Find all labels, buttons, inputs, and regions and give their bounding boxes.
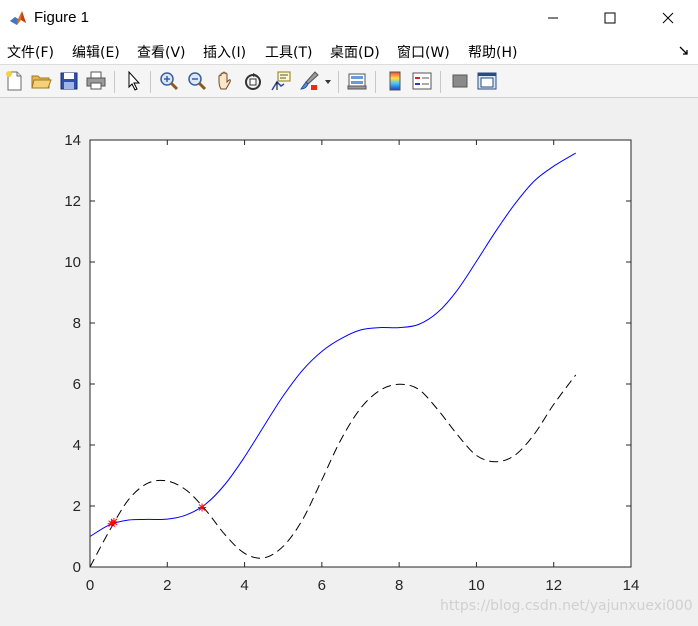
edit-plot-arrow-icon[interactable] bbox=[123, 70, 145, 92]
open-file-icon[interactable] bbox=[30, 70, 52, 92]
menu-window[interactable]: 窗口(W) bbox=[397, 42, 450, 62]
brush-dropdown-icon[interactable] bbox=[324, 79, 332, 85]
figure-canvas: 0 2 4 6 8 10 12 14 0 2 4 6 8 10 12 14 bbox=[0, 98, 698, 626]
rotate-3d-icon[interactable] bbox=[242, 70, 264, 92]
intersection-marker bbox=[109, 517, 118, 526]
menu-edit[interactable]: 编辑(E) bbox=[72, 42, 120, 62]
legend-icon[interactable] bbox=[411, 70, 433, 92]
link-plot-icon[interactable] bbox=[346, 70, 368, 92]
menu-bar: 文件(F) 编辑(E) 查看(V) 插入(I) 工具(T) 桌面(D) 窗口(W… bbox=[0, 36, 698, 64]
x-tick-label: 0 bbox=[86, 577, 94, 594]
x-tick-label: 8 bbox=[395, 577, 403, 594]
new-figure-icon[interactable] bbox=[3, 70, 25, 92]
y-tick-label: 4 bbox=[73, 437, 81, 454]
save-icon[interactable] bbox=[58, 70, 80, 92]
show-plot-tools-icon[interactable] bbox=[476, 70, 498, 92]
pan-hand-icon[interactable] bbox=[214, 70, 236, 92]
maximize-icon bbox=[604, 12, 616, 24]
menu-file[interactable]: 文件(F) bbox=[7, 42, 54, 62]
matlab-icon bbox=[8, 8, 28, 28]
y-tick-label: 14 bbox=[64, 132, 81, 149]
menu-insert[interactable]: 插入(I) bbox=[203, 42, 246, 62]
x-tick-label: 14 bbox=[623, 577, 640, 594]
y-tick-label: 12 bbox=[64, 193, 81, 210]
colorbar-icon[interactable] bbox=[384, 70, 406, 92]
x-tick-label: 10 bbox=[468, 577, 485, 594]
y-tick-label: 0 bbox=[73, 559, 81, 576]
menu-view[interactable]: 查看(V) bbox=[137, 42, 186, 62]
print-icon[interactable] bbox=[85, 70, 107, 92]
y-tick-label: 8 bbox=[73, 315, 81, 332]
data-cursor-icon[interactable] bbox=[270, 70, 292, 92]
close-button[interactable] bbox=[645, 0, 691, 36]
x-tick-label: 12 bbox=[545, 577, 562, 594]
figure-toolbar bbox=[0, 64, 698, 98]
plot-axes[interactable]: 0 2 4 6 8 10 12 14 0 2 4 6 8 10 12 14 bbox=[0, 98, 698, 598]
watermark-text: https://blog.csdn.net/yajunxuexi000 bbox=[440, 598, 693, 614]
close-icon bbox=[662, 12, 674, 24]
hide-plot-tools-icon[interactable] bbox=[449, 70, 471, 92]
maximize-button[interactable] bbox=[587, 0, 633, 36]
y-tick-label: 2 bbox=[73, 498, 81, 515]
toolbar-separator bbox=[114, 71, 115, 93]
x-tick-label: 2 bbox=[163, 577, 171, 594]
x-tick-label: 6 bbox=[318, 577, 326, 594]
brush-icon[interactable] bbox=[298, 70, 320, 92]
minimize-button[interactable] bbox=[530, 0, 576, 36]
axes-background bbox=[90, 140, 631, 567]
y-tick-label: 10 bbox=[64, 254, 81, 271]
y-tick-label: 6 bbox=[73, 376, 81, 393]
menu-tools[interactable]: 工具(T) bbox=[265, 42, 312, 62]
zoom-in-icon[interactable] bbox=[158, 70, 180, 92]
toolbar-separator bbox=[440, 71, 441, 93]
toolbar-separator bbox=[375, 71, 376, 93]
menu-help[interactable]: 帮助(H) bbox=[468, 42, 517, 62]
dock-arrow-icon[interactable] bbox=[678, 44, 690, 56]
minimize-icon bbox=[548, 17, 558, 19]
menu-desktop[interactable]: 桌面(D) bbox=[330, 42, 380, 62]
toolbar-separator bbox=[338, 71, 339, 93]
window-title: Figure 1 bbox=[34, 9, 90, 26]
x-tick-label: 4 bbox=[240, 577, 248, 594]
intersection-marker bbox=[198, 503, 207, 512]
zoom-out-icon[interactable] bbox=[186, 70, 208, 92]
toolbar-separator bbox=[150, 71, 151, 93]
window-titlebar: Figure 1 bbox=[0, 0, 698, 36]
